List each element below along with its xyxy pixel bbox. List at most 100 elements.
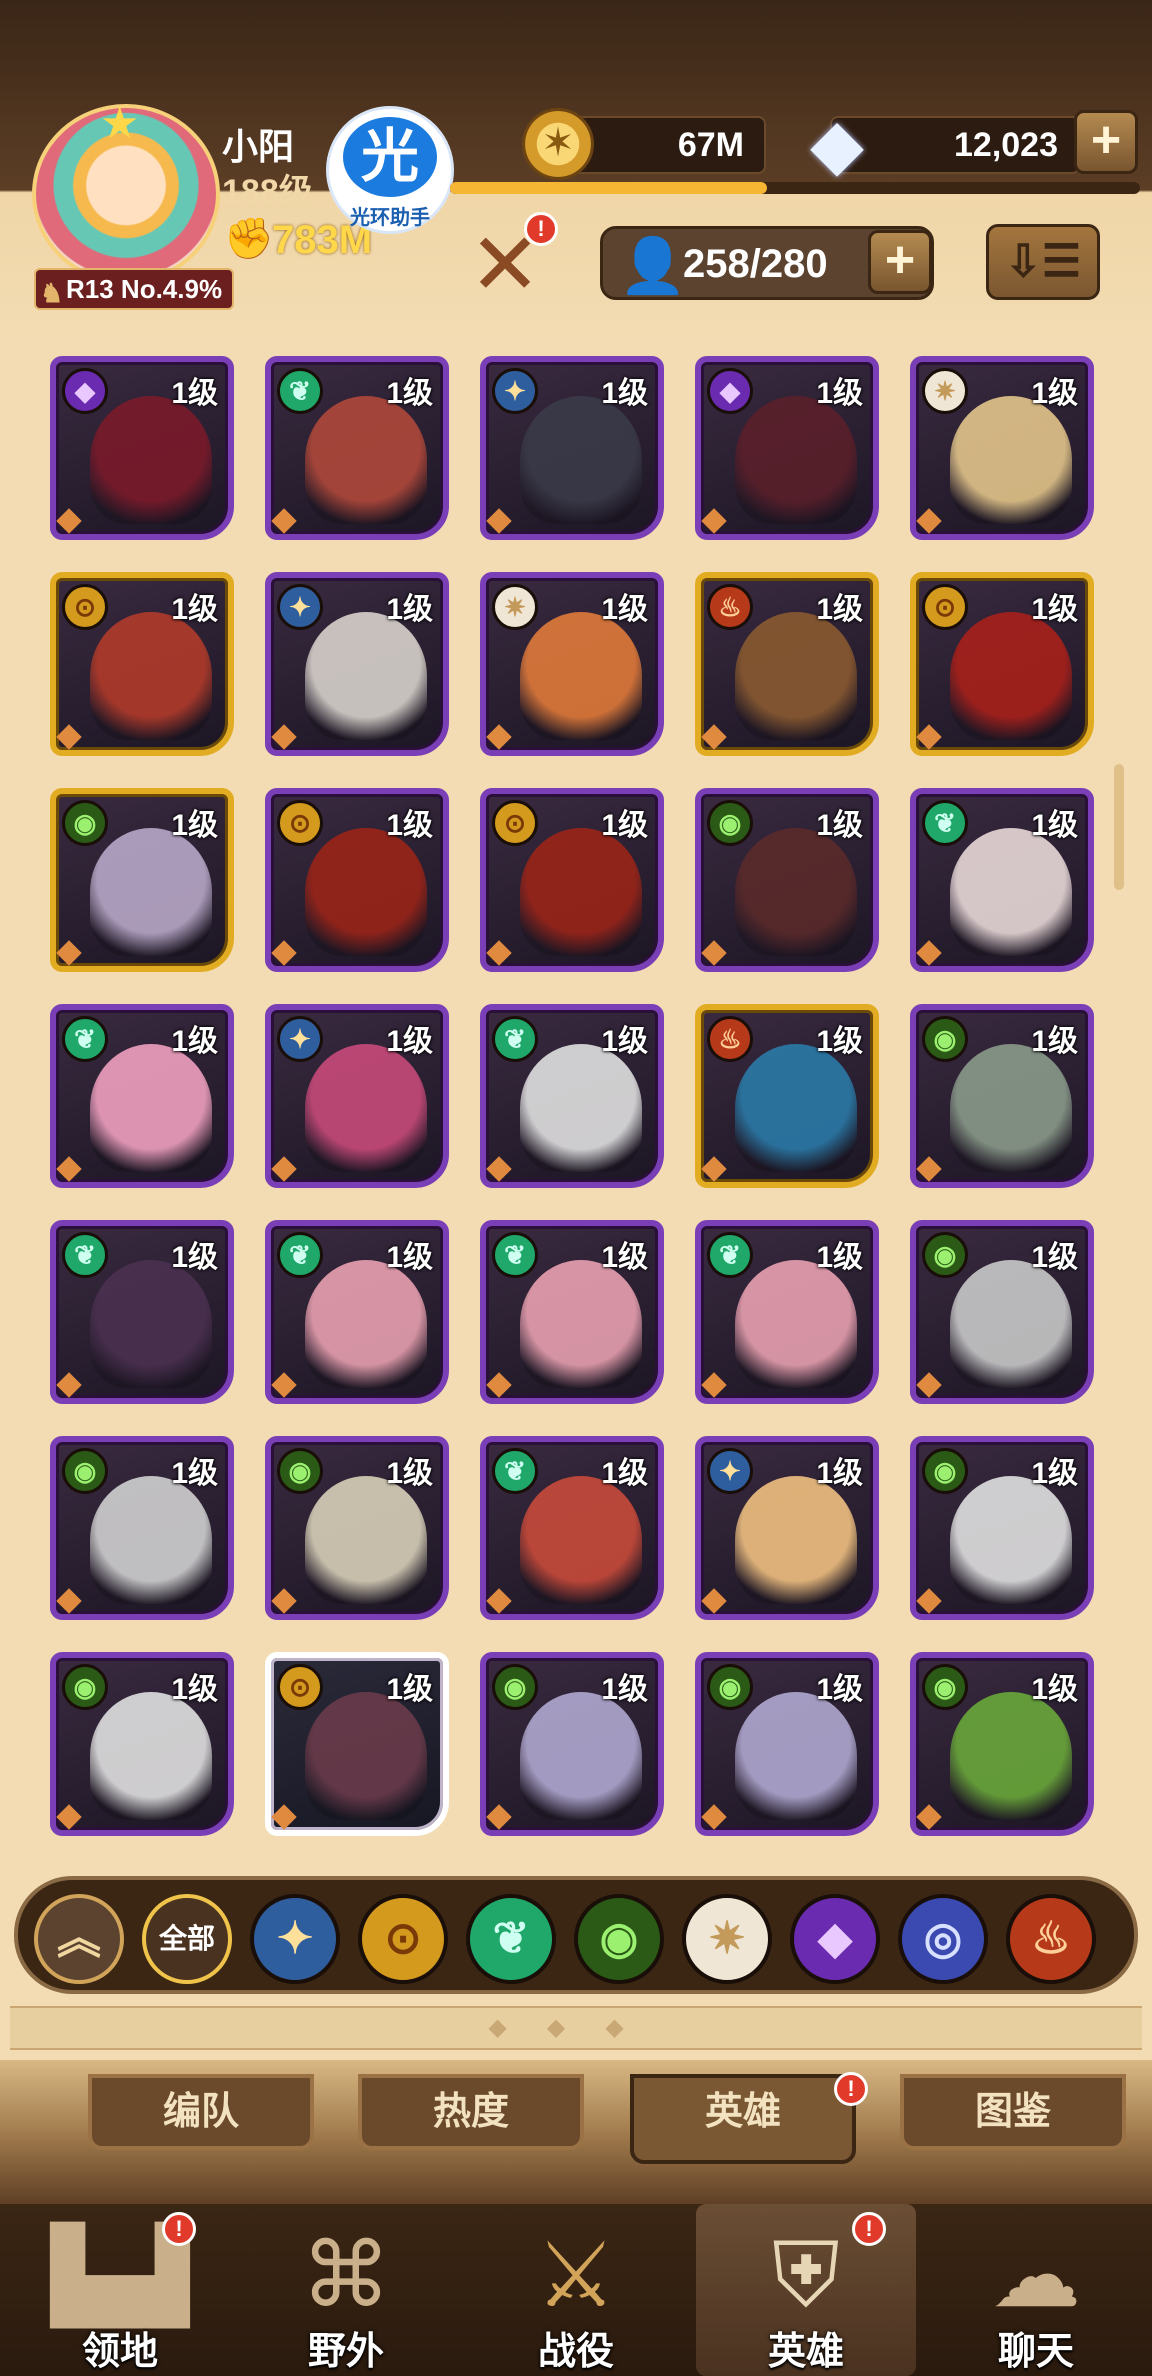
hero-card[interactable]: ◉ 1级 — [480, 1652, 664, 1836]
player-level: 188级 — [222, 173, 313, 211]
wilder-faction-icon: ❦ — [277, 368, 323, 414]
wilder-faction-icon: ❦ — [492, 1016, 538, 1062]
add-gems-button[interactable]: + — [1074, 110, 1138, 174]
hero-level: 1级 — [386, 1673, 433, 1706]
subtab-heroes-notification-dot: ! — [834, 2072, 868, 2106]
hero-card[interactable]: ⊙ 1级 — [50, 572, 234, 756]
filter-graveborn-icon[interactable]: ◉ — [574, 1894, 664, 1984]
hero-card[interactable]: ◉ 1级 — [910, 1004, 1094, 1188]
hero-card[interactable]: ◆ 1级 — [695, 356, 879, 540]
celestial-faction-icon: ✷ — [492, 584, 538, 630]
filter-celestial-icon[interactable]: ✷ — [682, 1894, 772, 1984]
filter-dimensional-icon[interactable]: ◎ — [898, 1894, 988, 1984]
hero-card[interactable]: ❦ 1级 — [480, 1004, 664, 1188]
subtab-formation[interactable]: 编队 — [88, 2074, 314, 2150]
hero-card[interactable]: ⊙ 1级 — [480, 788, 664, 972]
subtab-popularity[interactable]: 热度 — [358, 2074, 584, 2150]
hero-card[interactable]: ❦ 1级 — [480, 1220, 664, 1404]
hero-card[interactable]: ❦ 1级 — [480, 1436, 664, 1620]
hero-portrait — [90, 1476, 212, 1604]
class-corner-icon — [701, 940, 727, 966]
hero-portrait — [520, 1260, 642, 1388]
filter-lightbearer-icon[interactable]: ✦ — [250, 1894, 340, 1984]
hero-portrait — [520, 396, 642, 524]
hero-card[interactable]: ✦ 1级 — [695, 1436, 879, 1620]
hero-card[interactable]: ◉ 1级 — [910, 1652, 1094, 1836]
hero-card[interactable]: ❦ 1级 — [265, 356, 449, 540]
class-corner-icon — [916, 1588, 942, 1614]
hero-portrait — [90, 1260, 212, 1388]
class-corner-icon — [271, 1156, 297, 1182]
hero-card[interactable]: ◉ 1级 — [695, 788, 879, 972]
hero-level: 1级 — [601, 1025, 648, 1058]
map-scroll-icon: ⌘ — [301, 2226, 391, 2326]
hero-card[interactable]: ✦ 1级 — [480, 356, 664, 540]
nav-field[interactable]: ⌘ 野外 — [236, 2204, 456, 2376]
hero-card[interactable]: ❦ 1级 — [695, 1220, 879, 1404]
hero-card[interactable]: ◉ 1级 — [910, 1220, 1094, 1404]
hero-card[interactable]: ❦ 1级 — [50, 1220, 234, 1404]
hero-card[interactable]: ✷ 1级 — [910, 356, 1094, 540]
hero-card[interactable]: ♨ 1级 — [695, 572, 879, 756]
expand-slots-button[interactable]: + — [868, 230, 932, 294]
hero-portrait — [950, 1476, 1072, 1604]
hero-level: 1级 — [816, 593, 863, 626]
class-corner-icon — [701, 1156, 727, 1182]
scrollbar[interactable] — [1114, 764, 1124, 890]
hero-card[interactable]: ♨ 1级 — [695, 1004, 879, 1188]
class-corner-icon — [916, 1804, 942, 1830]
hero-card[interactable]: ◉ 1级 — [910, 1436, 1094, 1620]
hero-card[interactable]: ❦ 1级 — [265, 1220, 449, 1404]
wilder-faction-icon: ❦ — [707, 1232, 753, 1278]
wilder-faction-icon: ❦ — [62, 1016, 108, 1062]
filter-mauler-icon[interactable]: ⊙ — [358, 1894, 448, 1984]
hero-card[interactable]: ✷ 1级 — [480, 572, 664, 756]
brutal-faction-icon: ♨ — [707, 584, 753, 630]
filter-wilder-icon[interactable]: ❦ — [466, 1894, 556, 1984]
hero-card[interactable]: ◉ 1级 — [50, 788, 234, 972]
nav-territory[interactable]: ▙▟ 领地 — [10, 2204, 230, 2376]
filter-brutal-icon[interactable]: ♨ — [1006, 1894, 1096, 1984]
overlay-assistant-badge[interactable]: 光 光环助手 — [326, 106, 454, 234]
hero-card[interactable]: ✦ 1级 — [265, 1004, 449, 1188]
hero-portrait — [735, 1044, 857, 1172]
hero-card[interactable]: ◉ 1级 — [695, 1652, 879, 1836]
sort-button[interactable]: ⇩☰ — [986, 224, 1100, 300]
subtab-codex[interactable]: 图鉴 — [900, 2074, 1126, 2150]
hero-level: 1级 — [386, 809, 433, 842]
hero-portrait — [305, 1260, 427, 1388]
avatar-crown-icon: ★ — [100, 99, 140, 148]
graveborn-faction-icon: ◉ — [922, 1664, 968, 1710]
hero-level: 1级 — [171, 1241, 218, 1274]
nav-label: 聊天 — [997, 2331, 1074, 2373]
hero-card[interactable]: ◆ 1级 — [50, 356, 234, 540]
hero-card[interactable]: ⊙ 1级 — [910, 572, 1094, 756]
hero-portrait — [90, 828, 212, 956]
filter-collapse-icon[interactable]: ︽ — [34, 1894, 124, 1984]
subtab-heroes[interactable]: 英雄 — [630, 2074, 856, 2164]
nav-label: 野外 — [307, 2331, 384, 2373]
hero-card[interactable]: ✦ 1级 — [265, 572, 449, 756]
hero-card[interactable]: ⊙ 1级 — [265, 1652, 449, 1836]
lightbearer-faction-icon: ✦ — [277, 1016, 323, 1062]
nav-label: 领地 — [81, 2331, 158, 2373]
hero-card[interactable]: ⊙ 1级 — [265, 788, 449, 972]
decorative-strip: ◆◆◆ — [10, 2006, 1142, 2050]
hero-portrait — [950, 396, 1072, 524]
graveborn-faction-icon: ◉ — [922, 1448, 968, 1494]
nav-chat[interactable]: ☁ 聊天 — [926, 2204, 1146, 2376]
filter-all-button[interactable]: 全部 — [142, 1894, 232, 1984]
wilder-faction-icon: ❦ — [492, 1232, 538, 1278]
hero-card[interactable]: ◉ 1级 — [50, 1652, 234, 1836]
diamond-icon: ◆ — [810, 105, 864, 183]
assistant-label: 光环助手 — [350, 207, 430, 229]
hero-level: 1级 — [816, 377, 863, 410]
hero-card[interactable]: ◉ 1级 — [265, 1436, 449, 1620]
hero-card[interactable]: ◉ 1级 — [50, 1436, 234, 1620]
hero-card[interactable]: ❦ 1级 — [910, 788, 1094, 972]
filter-hypogean-icon[interactable]: ◆ — [790, 1894, 880, 1984]
nav-campaign[interactable]: ⚔ 战役 — [466, 2204, 686, 2376]
hero-portrait — [950, 828, 1072, 956]
hero-card[interactable]: ❦ 1级 — [50, 1004, 234, 1188]
rank-badge[interactable]: ♞ R13 No.4.9% — [34, 268, 235, 310]
